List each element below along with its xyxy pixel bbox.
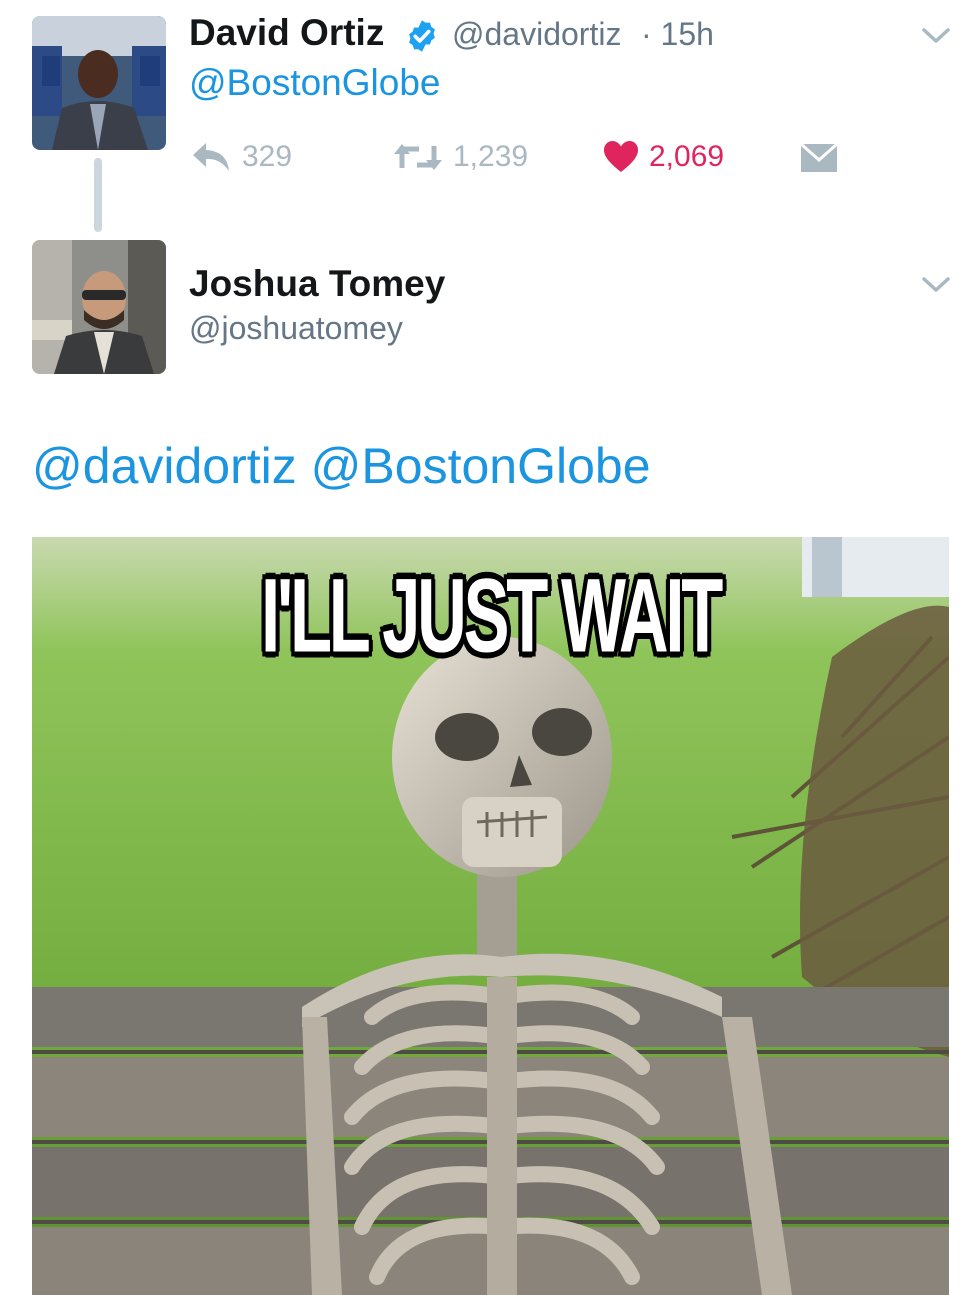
tweet-text-mention[interactable]: @BostonGlobe (189, 62, 440, 104)
thread-connector-line (94, 158, 102, 232)
avatar-david-ortiz[interactable] (32, 16, 166, 150)
tweet-author-name[interactable]: David Ortiz (189, 12, 384, 54)
retweet-button[interactable]: 1,239 (393, 140, 528, 174)
meme-caption-text: I'LL JUST WAIT (260, 556, 723, 674)
tweet-timestamp[interactable]: · 15h (641, 16, 714, 53)
tweet-author-handle[interactable]: @joshuatomey (189, 310, 403, 347)
like-button[interactable]: 2,069 (603, 140, 724, 174)
tweet-author-name[interactable]: Joshua Tomey (189, 263, 445, 305)
verified-badge-icon (409, 20, 435, 52)
dm-envelope-icon (800, 143, 838, 172)
tweet-media-image[interactable]: I'LL JUST WAIT (32, 537, 949, 1295)
tweet-text: @davidortiz @BostonGlobe (32, 437, 651, 495)
like-count: 2,069 (649, 140, 725, 173)
tweet-author-handle[interactable]: @davidortiz (452, 16, 621, 53)
retweet-count: 1,239 (453, 140, 529, 173)
reply-button[interactable]: 329 (190, 140, 292, 174)
reply-count: 329 (242, 140, 293, 173)
chevron-down-icon[interactable] (921, 275, 951, 295)
reply-icon (193, 143, 229, 171)
direct-message-button[interactable] (800, 143, 838, 173)
mention-link-davidortiz[interactable]: @davidortiz (32, 438, 297, 494)
heart-icon (604, 141, 638, 172)
mention-link-bostonglobe[interactable]: @BostonGlobe (311, 438, 651, 494)
chevron-down-icon[interactable] (921, 26, 951, 46)
avatar-joshua-tomey[interactable] (32, 240, 166, 374)
retweet-icon (394, 144, 442, 170)
